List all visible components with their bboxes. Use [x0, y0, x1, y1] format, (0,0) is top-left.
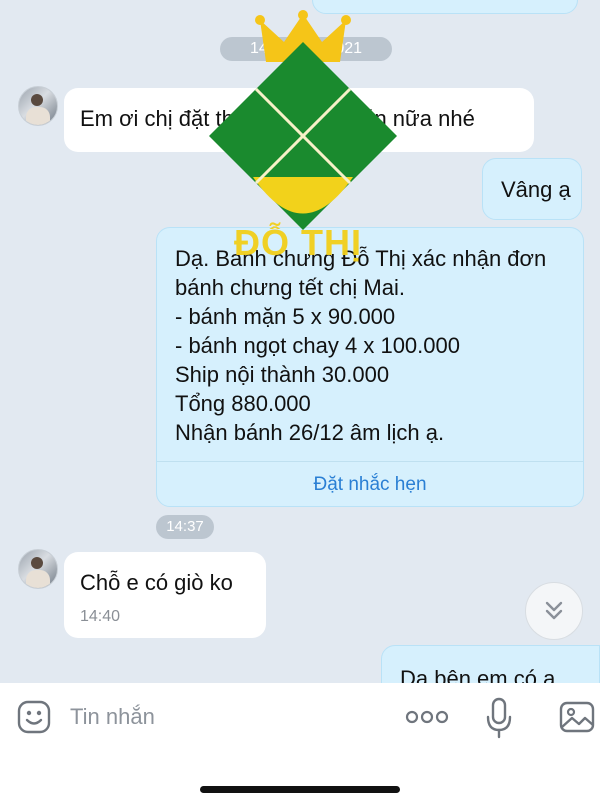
message-bubble-outgoing[interactable]: Dạ bên em có ạ. — [381, 645, 600, 683]
message-text: Vâng ạ — [501, 177, 571, 202]
gallery-icon[interactable] — [558, 699, 596, 735]
order-confirmation-bubble[interactable]: Dạ. Banh chưng Đỗ Thị xác nhận đơn bánh … — [156, 227, 584, 507]
timestamp-pill: 14:37 — [156, 515, 214, 539]
message-line: Tổng 880.000 — [175, 391, 311, 416]
message-time: 14:40 — [80, 608, 121, 625]
message-text: Dạ bên em có ạ. — [400, 666, 562, 683]
emoji-icon[interactable] — [16, 699, 52, 735]
message-text: Em ơi chị đặt thêm 2 bánh mặn nữa nhé — [80, 106, 475, 131]
set-reminder-button[interactable]: Đặt nhắc hẹn — [157, 474, 583, 496]
message-line: Nhận bánh 26/12 âm lịch ạ. — [175, 420, 445, 445]
message-line: - bánh mặn 5 x 90.000 — [175, 304, 396, 329]
scroll-to-bottom-button[interactable] — [525, 582, 583, 640]
message-line: Ship nội thành 30.000 — [175, 362, 390, 387]
message-bubble-incoming[interactable]: Em ơi chị đặt thêm 2 bánh mặn nữa nhé — [64, 88, 534, 152]
message-line: - bánh ngọt chay 4 x 100.000 — [175, 333, 460, 358]
do-thi-logo-text: ĐỖ THỊ — [234, 222, 362, 263]
message-input[interactable]: Tin nhắn — [70, 704, 155, 730]
message-text: Chỗ e có giò ko — [80, 570, 233, 595]
avatar[interactable] — [18, 86, 58, 126]
chat-area[interactable]: 14:27 · 01/2021 Em ơi chị đặt thêm 2 bán… — [0, 0, 600, 683]
microphone-icon[interactable] — [484, 697, 514, 739]
message-composer: Tin nhắn — [0, 683, 600, 803]
avatar[interactable] — [18, 549, 58, 589]
previous-message-bubble[interactable] — [312, 0, 578, 14]
more-icon[interactable] — [404, 701, 450, 733]
double-chevron-down-icon — [545, 601, 563, 620]
message-bubble-incoming[interactable]: Chỗ e có giò ko 14:40 — [64, 552, 266, 638]
home-indicator — [200, 786, 400, 793]
message-line: bánh chưng tết chị Mai. — [175, 275, 405, 300]
message-bubble-outgoing[interactable]: Vâng ạ — [482, 158, 582, 220]
divider — [157, 461, 583, 462]
timestamp-header: 14:27 · 01/2021 — [220, 37, 392, 61]
